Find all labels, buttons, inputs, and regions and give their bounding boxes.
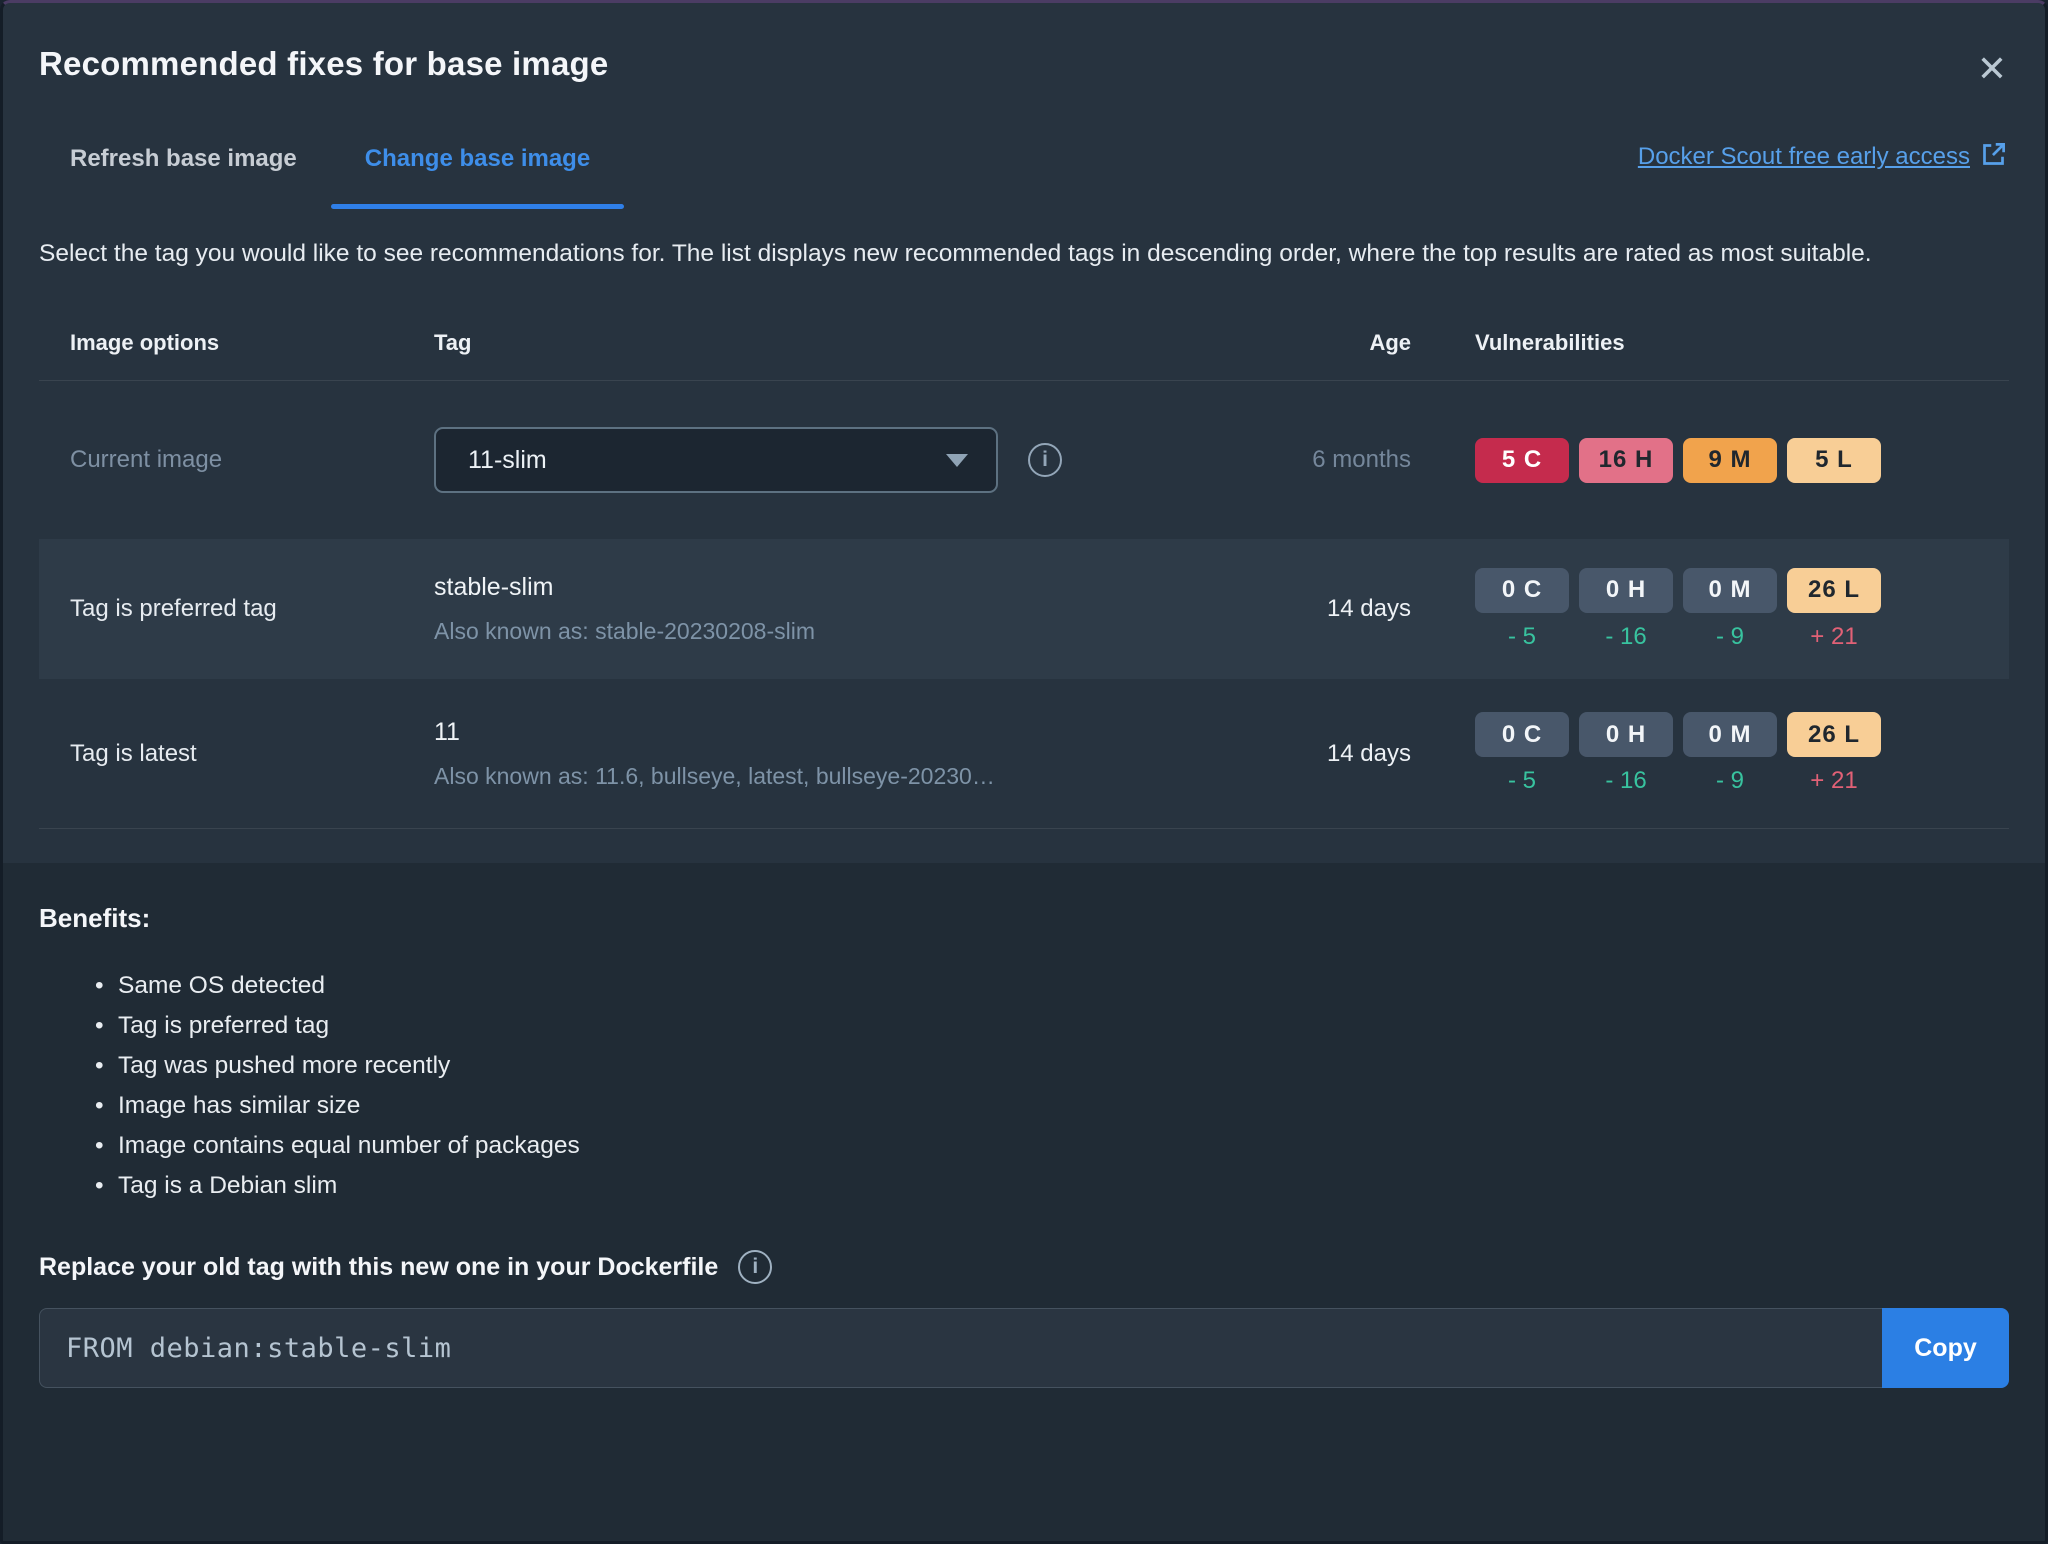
badge-medium: 0 M xyxy=(1683,567,1777,613)
vulnerability-badges: 5 C 16 H 9 M 5 L xyxy=(1439,437,2009,483)
table-row-current-image: Current image 11-slim i 6 months 5 C 16 … xyxy=(39,381,2009,539)
tabs: Refresh base image Change base image xyxy=(36,145,625,209)
recommendations-table: Image options Tag Age Vulnerabilities Cu… xyxy=(39,274,2009,829)
row-option-label: Tag is preferred tag xyxy=(70,595,277,622)
docker-scout-link[interactable]: Docker Scout free early access xyxy=(1638,139,2007,175)
badge-low: 26 L xyxy=(1787,712,1881,757)
delta-critical: - 5 xyxy=(1507,767,1536,794)
copy-button[interactable]: Copy xyxy=(1882,1308,2009,1388)
dockerfile-code-box: FROM debian:stable-slim xyxy=(39,1308,1882,1388)
table-header-row: Image options Tag Age Vulnerabilities xyxy=(39,274,2009,381)
delta-medium: - 9 xyxy=(1715,622,1744,650)
close-icon[interactable]: ✕ xyxy=(1977,51,2007,87)
tag-select-dropdown[interactable]: 11-slim xyxy=(434,427,998,493)
benefit-item: Same OS detected xyxy=(39,966,2009,1006)
docker-scout-link-label: Docker Scout free early access xyxy=(1637,143,1970,170)
column-header-image-options: Image options xyxy=(70,330,220,355)
delta-low: + 21 xyxy=(1810,622,1858,650)
badge-low: 5 L xyxy=(1787,437,1881,483)
benefit-item: Tag is a Debian slim xyxy=(39,1166,2009,1206)
badge-high: 0 H xyxy=(1579,712,1673,757)
row-age: 14 days xyxy=(1326,739,1411,767)
vulnerability-badges: 0 C - 5 0 H - 16 0 M - 9 26 L + 21 xyxy=(1439,712,2009,795)
tag-aliases: Also known as: stable-20230208-slim xyxy=(434,618,815,644)
delta-high: - 16 xyxy=(1605,622,1647,650)
badge-medium: 0 M xyxy=(1683,712,1777,757)
recommended-fixes-modal: Recommended fixes for base image ✕ Refre… xyxy=(0,0,2048,1544)
dockerfile-heading: Replace your old tag with this new one i… xyxy=(39,1252,719,1281)
table-row-preferred-tag[interactable]: Tag is preferred tag stable-slim Also kn… xyxy=(39,539,2009,679)
badge-medium: 9 M xyxy=(1683,437,1777,483)
info-icon[interactable]: i xyxy=(1028,443,1062,477)
badge-critical: 5 C xyxy=(1475,437,1569,483)
badge-critical: 0 C xyxy=(1475,712,1569,757)
delta-critical: - 5 xyxy=(1507,622,1536,650)
benefit-item: Image has similar size xyxy=(39,1086,2009,1126)
column-header-age: Age xyxy=(1369,330,1411,355)
chevron-down-icon xyxy=(946,453,968,467)
tabs-row: Refresh base image Change base image Doc… xyxy=(36,139,2007,209)
column-header-vulnerabilities: Vulnerabilities xyxy=(1475,330,1625,355)
delta-low: + 21 xyxy=(1810,767,1858,794)
row-age: 6 months xyxy=(1312,446,1411,473)
tag-cell: stable-slim Also known as: stable-202302… xyxy=(434,573,1299,645)
dockerfile-code-bar: FROM debian:stable-slim Copy xyxy=(39,1308,2009,1388)
delta-high: - 16 xyxy=(1605,767,1647,794)
benefit-item: Tag was pushed more recently xyxy=(39,1046,2009,1086)
tag-name: 11 xyxy=(434,717,460,746)
tag-select-value: 11-slim xyxy=(468,445,547,474)
benefits-list: Same OS detected Tag is preferred tag Ta… xyxy=(39,966,2009,1206)
modal-header: Recommended fixes for base image ✕ xyxy=(3,3,2045,87)
row-option-label: Current image xyxy=(70,446,223,473)
dockerfile-code: FROM debian:stable-slim xyxy=(66,1332,452,1364)
info-icon[interactable]: i xyxy=(738,1250,773,1284)
badge-high: 0 H xyxy=(1579,567,1673,613)
row-age: 14 days xyxy=(1326,595,1411,622)
table-row-latest-tag[interactable]: Tag is latest 11 Also known as: 11.6, bu… xyxy=(39,679,2009,829)
column-header-tag: Tag xyxy=(434,330,472,355)
current-tag-cell: 11-slim i xyxy=(434,427,1299,493)
badge-low: 26 L xyxy=(1787,567,1881,613)
badge-high: 16 H xyxy=(1579,437,1673,483)
vulnerability-badges: 0 C - 5 0 H - 16 0 M - 9 26 L + 21 xyxy=(1439,567,2009,651)
benefits-heading: Benefits: xyxy=(39,903,151,933)
delta-medium: - 9 xyxy=(1715,767,1744,794)
benefit-item: Tag is preferred tag xyxy=(39,1006,2009,1046)
badge-critical: 0 C xyxy=(1475,567,1569,613)
page-title: Recommended fixes for base image xyxy=(39,45,609,82)
external-link-icon xyxy=(1980,139,2007,175)
row-option-label: Tag is latest xyxy=(70,739,197,767)
description-text: Select the tag you would like to see rec… xyxy=(39,240,1872,267)
tab-refresh-base-image[interactable]: Refresh base image xyxy=(36,145,331,209)
benefit-item: Image contains equal number of packages xyxy=(39,1126,2009,1166)
tag-aliases: Also known as: 11.6, bullseye, latest, b… xyxy=(434,762,995,789)
tag-cell: 11 Also known as: 11.6, bullseye, latest… xyxy=(434,718,1299,790)
tag-name: stable-slim xyxy=(434,573,554,601)
tab-change-base-image[interactable]: Change base image xyxy=(330,145,625,209)
benefits-section: Benefits: Same OS detected Tag is prefer… xyxy=(3,863,2045,1541)
dockerfile-heading-row: Replace your old tag with this new one i… xyxy=(39,1250,2009,1284)
